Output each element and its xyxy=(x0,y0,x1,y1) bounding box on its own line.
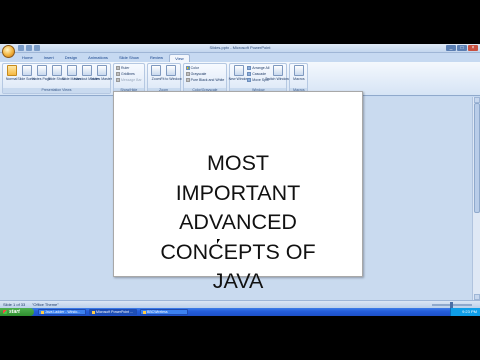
macros-icon xyxy=(293,65,304,76)
group-label: Window xyxy=(230,88,287,93)
tab-home[interactable]: Home xyxy=(17,54,38,62)
slide-show-icon xyxy=(51,65,62,76)
folder-icon xyxy=(41,310,44,314)
status-bar: Slide 1 of 33 "Office Theme" xyxy=(0,300,480,308)
windows-logo-icon xyxy=(3,310,7,314)
checkbox-icon xyxy=(116,71,120,76)
taskbar: start Java Ladder - Windo... Microsoft P… xyxy=(0,308,480,316)
ribbon-tabs: Home Insert Design Animations Slide Show… xyxy=(17,54,190,62)
tab-design[interactable]: Design xyxy=(60,54,82,62)
color-button[interactable]: Color xyxy=(185,65,225,70)
pure-black-white-button[interactable]: Pure Black and White xyxy=(185,77,224,82)
slide-sorter-button[interactable]: Slide Sorter xyxy=(17,65,36,81)
slide-sorter-icon xyxy=(21,65,32,76)
notes-page-icon xyxy=(36,65,47,76)
group-color-grayscale: Color Grayscale Pure Black and White Col… xyxy=(182,63,228,94)
maximize-button[interactable]: □ xyxy=(457,45,467,51)
taskbar-item-java-ladder[interactable]: Java Ladder - Windo... xyxy=(38,309,86,315)
close-button[interactable]: × xyxy=(468,45,478,51)
ribbon: Normal Slide Sorter Notes Page Slide Sho… xyxy=(0,62,480,96)
minimize-button[interactable]: _ xyxy=(446,45,456,51)
tab-animations[interactable]: Animations xyxy=(83,54,113,62)
message-bar-checkbox: Message Bar xyxy=(116,77,142,82)
slide-master-icon xyxy=(66,65,77,76)
normal-view-icon xyxy=(6,65,17,76)
color-swatch-icon xyxy=(185,65,190,70)
fit-to-window-button[interactable]: Fit to Window xyxy=(161,65,182,81)
notes-page-button[interactable]: Notes Page xyxy=(32,65,51,81)
macros-button[interactable]: Macros xyxy=(292,65,305,81)
title-bar: Slides.pptx - Microsoft PowerPoint _ □ × xyxy=(0,44,480,53)
group-zoom: Zoom Fit to Window Zoom xyxy=(146,63,182,94)
group-macros: Macros Macros xyxy=(289,63,309,94)
split-icon xyxy=(247,77,252,82)
window-controls: _ □ × xyxy=(446,45,478,51)
group-show-hide: Ruler Gridlines Message Bar Show/Hide xyxy=(113,63,145,94)
screen: Slides.pptx - Microsoft PowerPoint _ □ ×… xyxy=(0,44,480,316)
switch-windows-icon xyxy=(272,65,283,76)
zoom-slider[interactable] xyxy=(432,302,472,308)
checkbox-icon xyxy=(116,77,120,82)
slide-counter: Slide 1 of 33 xyxy=(3,302,26,307)
cascade-button[interactable]: Cascade xyxy=(247,71,269,76)
group-label: Macros xyxy=(290,88,308,93)
tab-view[interactable]: View xyxy=(169,54,190,62)
gridlines-checkbox[interactable]: Gridlines xyxy=(116,71,142,76)
theme-name: "Office Theme" xyxy=(32,302,59,307)
cascade-icon xyxy=(247,71,252,76)
vertical-scrollbar[interactable] xyxy=(472,97,480,300)
group-label: Presentation Views xyxy=(3,88,110,93)
grayscale-icon xyxy=(185,71,190,76)
group-label: Zoom xyxy=(147,88,180,93)
switch-windows-button[interactable]: Switch Windows xyxy=(265,65,291,81)
normal-view-button[interactable]: Normal xyxy=(5,65,18,81)
group-window: New Window Arrange All Cascade Move Spli… xyxy=(229,63,291,94)
tab-slide-show[interactable]: Slide Show xyxy=(114,54,144,62)
ruler-checkbox[interactable]: Ruler xyxy=(116,65,142,70)
taskbar-item-wireless[interactable]: BBCWireless xyxy=(140,309,188,315)
taskbar-item-powerpoint[interactable]: Microsoft PowerPoint ... xyxy=(89,309,137,315)
group-label: Color/Grayscale xyxy=(183,88,227,93)
clock: 9:23 PM xyxy=(462,309,477,314)
slide-workspace[interactable] xyxy=(0,97,480,300)
wireless-icon xyxy=(143,310,146,314)
checkbox-icon xyxy=(116,65,120,70)
magnifier-icon xyxy=(151,65,162,76)
tab-insert[interactable]: Insert xyxy=(39,54,59,62)
new-window-icon xyxy=(233,65,244,76)
system-tray: 9:23 PM xyxy=(450,308,480,316)
grayscale-button[interactable]: Grayscale xyxy=(185,71,225,76)
powerpoint-icon xyxy=(92,310,95,314)
arrange-icon xyxy=(247,65,252,70)
start-button[interactable]: start xyxy=(0,308,34,316)
scroll-thumb[interactable] xyxy=(474,103,480,213)
new-window-button[interactable]: New Window xyxy=(229,65,249,81)
office-button[interactable] xyxy=(2,45,15,58)
handout-master-icon xyxy=(81,65,92,76)
group-presentation-views: Normal Slide Sorter Notes Page Slide Sho… xyxy=(2,63,112,94)
black-white-icon xyxy=(185,77,190,82)
window-title: Slides.pptx - Microsoft PowerPoint xyxy=(209,45,271,50)
tab-review[interactable]: Review xyxy=(145,54,168,62)
group-label: Show/Hide xyxy=(114,88,144,93)
notes-master-button[interactable]: Notes Master xyxy=(91,65,112,81)
fit-window-icon xyxy=(166,65,177,76)
arrange-all-button[interactable]: Arrange All xyxy=(247,65,269,70)
notes-master-icon xyxy=(96,65,107,76)
